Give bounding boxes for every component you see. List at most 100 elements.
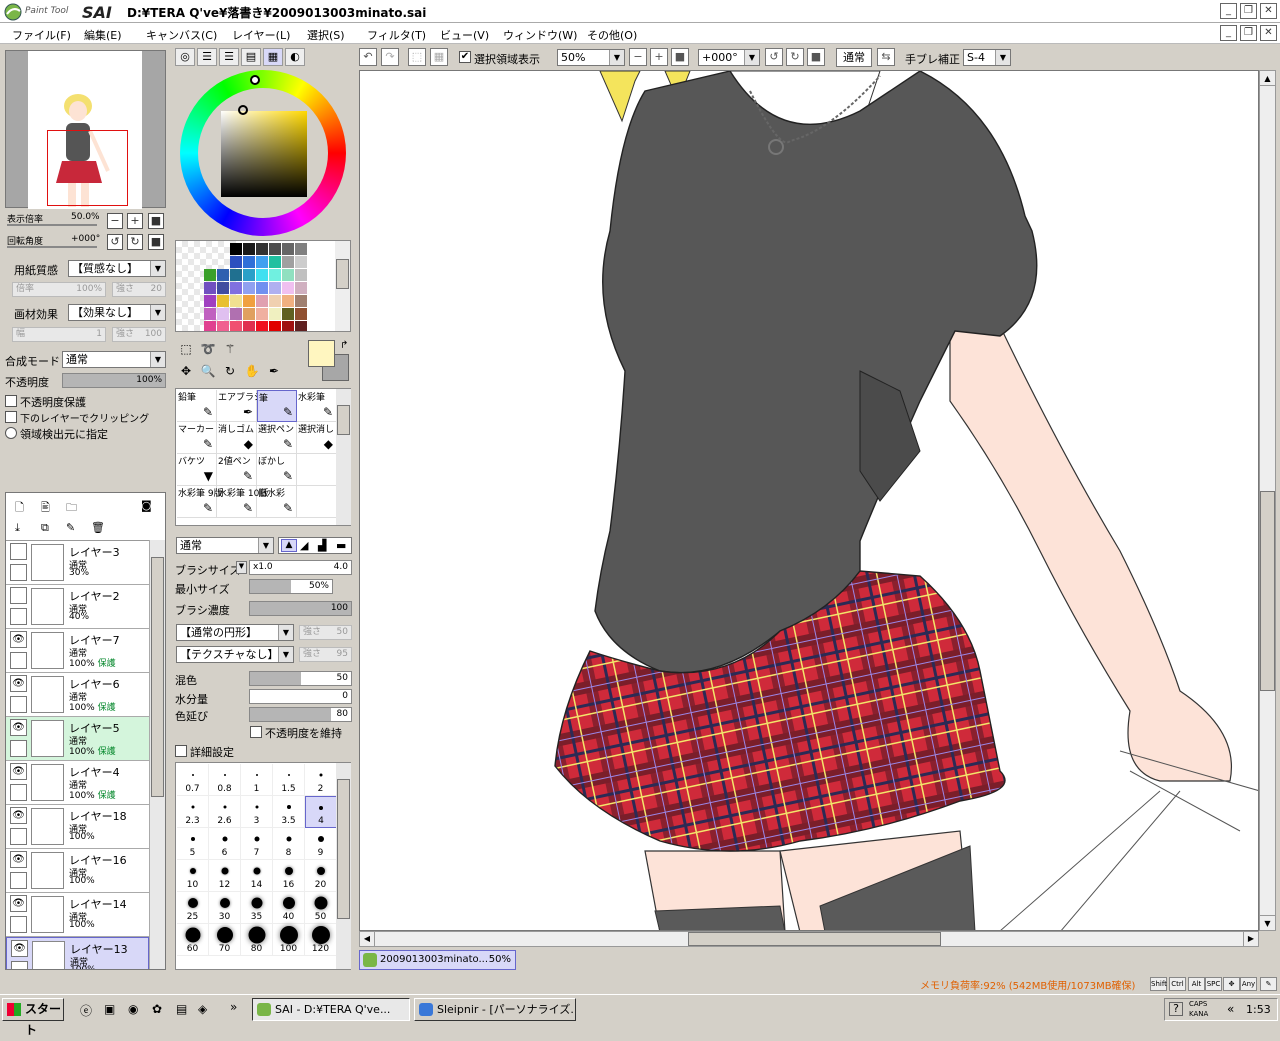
layer-row[interactable]: 👁 レイヤー16 通常 100% (6, 849, 149, 893)
color-swatch[interactable] (295, 321, 307, 331)
color-swatch[interactable] (282, 243, 294, 255)
toolbar-angle-select[interactable]: +000° ▼ (698, 49, 760, 66)
color-swatch[interactable] (204, 282, 216, 294)
color-swatch[interactable] (256, 243, 268, 255)
tool-button[interactable]: 水彩筆 ✎ (297, 390, 337, 422)
clear-layer-icon[interactable]: ✎ (66, 521, 75, 534)
color-wheel-tab-icon[interactable]: ◎ (175, 48, 195, 66)
paper-texture-select[interactable]: 【質感なし】 ▼ (68, 260, 166, 277)
magic-wand-icon[interactable]: ⚚ (221, 340, 239, 358)
layer-lock-toggle[interactable] (10, 784, 27, 801)
zoom-in-button[interactable]: + (127, 213, 143, 229)
brush-size-preset[interactable]: 3 (241, 796, 273, 828)
color-swatch[interactable] (217, 321, 229, 331)
rect-select-icon[interactable]: ⬚ (177, 340, 195, 358)
layer-lock-toggle[interactable] (10, 696, 27, 713)
menu-canvas[interactable]: キャンバス(C) (146, 27, 217, 43)
color-swatch[interactable] (269, 321, 281, 331)
angle-slider[interactable] (7, 246, 97, 248)
mask-icon[interactable]: ◙ (141, 499, 152, 512)
maximize-button[interactable]: ❐ (1240, 3, 1257, 19)
layer-row[interactable]: 👁 レイヤー18 通常 100% (6, 805, 149, 849)
minimize-button[interactable]: _ (1220, 3, 1237, 19)
toolbar-rotate-right-icon[interactable]: ↻ (786, 48, 804, 66)
brush-texture-select[interactable]: 【テクスチャなし】 ▼ (176, 646, 294, 663)
brush-size-preset[interactable]: 0.7 (177, 764, 209, 796)
color-swatch[interactable] (230, 269, 242, 281)
doc-minimize-button[interactable]: _ (1220, 25, 1237, 41)
tool-button[interactable]: バケツ ▼ (177, 454, 217, 486)
color-swatch[interactable] (204, 308, 216, 320)
toolbar-zoom-select[interactable]: 50% ▼ (557, 49, 625, 66)
brush-size-preset[interactable]: 80 (241, 924, 273, 956)
clip-lower-checkbox[interactable] (5, 411, 17, 423)
color-swatch[interactable] (243, 295, 255, 307)
brush-size-preset[interactable]: 0.8 (209, 764, 241, 796)
color-swatch[interactable] (282, 308, 294, 320)
tool-button[interactable]: エアブラシ ✒ (217, 390, 263, 422)
brush-size-preset[interactable]: 70 (209, 924, 241, 956)
edge-flat-icon[interactable]: ▬ (336, 539, 346, 552)
tray-expand-icon[interactable]: « (1227, 1002, 1234, 1016)
color-swatch[interactable] (269, 256, 281, 268)
tool-button[interactable]: 筆 ✎ (257, 390, 297, 422)
tool-scrollbar[interactable] (336, 389, 351, 525)
menu-file[interactable]: ファイル(F) (12, 27, 71, 43)
layer-visibility-eye-icon[interactable]: 👁 (10, 675, 27, 692)
color-swatch[interactable] (295, 256, 307, 268)
color-wheel[interactable] (180, 70, 346, 236)
color-swatch[interactable] (243, 308, 255, 320)
brush-size-preset[interactable]: 4 (305, 796, 337, 828)
color-swatch[interactable] (217, 308, 229, 320)
brush-shape-select[interactable]: 【通常の円形】 ▼ (176, 624, 294, 641)
selection-source-radio[interactable] (5, 427, 17, 439)
scratchpad-tab-icon[interactable]: ◐ (285, 48, 305, 66)
brush-size-preset[interactable]: 9 (305, 828, 337, 860)
toolbar-rotate-reset-icon[interactable]: ■ (807, 48, 825, 66)
brush-size-preset[interactable]: 1 (241, 764, 273, 796)
layer-lock-toggle[interactable] (11, 961, 28, 969)
color-stretch-slider[interactable]: 80 (249, 707, 352, 722)
color-swatches[interactable] (175, 240, 351, 332)
color-swatch[interactable] (230, 282, 242, 294)
brush-size-preset[interactable]: 2.6 (209, 796, 241, 828)
toolbar-zoom-reset-icon[interactable]: ■ (671, 48, 689, 66)
layer-scrollbar[interactable] (149, 540, 165, 969)
mixer-tab-icon[interactable]: ▤ (241, 48, 261, 66)
color-swatch[interactable] (256, 321, 268, 331)
color-swatch[interactable] (256, 269, 268, 281)
layer-lock-toggle[interactable] (10, 608, 27, 625)
color-swatch[interactable] (256, 256, 268, 268)
blend-mode-select[interactable]: 通常 ▼ (62, 351, 166, 368)
brush-size-preset[interactable]: 100 (273, 924, 305, 956)
brush-size-preset[interactable]: 120 (305, 924, 337, 956)
menu-select[interactable]: 選択(S) (307, 27, 345, 43)
sv-marker[interactable] (238, 105, 248, 115)
layer-lock-toggle[interactable] (10, 916, 27, 933)
new-layer-icon[interactable]: 🗋 (15, 499, 24, 518)
color-swatch[interactable] (243, 269, 255, 281)
swatch-scrollbar[interactable] (335, 241, 350, 331)
brush-density-slider[interactable]: 100 (249, 601, 352, 616)
brush-size-preset[interactable]: 40 (273, 892, 305, 924)
brush-edge-selector[interactable]: ▲ ◢ ▟ ▬ (278, 537, 352, 554)
min-size-slider[interactable]: 50% (249, 579, 333, 594)
menu-view[interactable]: ビュー(V) (440, 27, 489, 43)
toolbar-zoom-in-icon[interactable]: + (650, 48, 668, 66)
close-button[interactable]: ✕ (1260, 3, 1277, 19)
menu-edit[interactable]: 編集(E) (84, 27, 122, 43)
layer-row[interactable]: 👁 レイヤー13 通常 100% (6, 937, 149, 969)
layer-row[interactable]: 👁 レイヤー5 通常 100% 保護 (6, 717, 149, 761)
deselect-icon[interactable]: ⬚ (408, 48, 426, 66)
mix-slider[interactable]: 50 (249, 671, 352, 686)
preserve-opacity-checkbox[interactable] (5, 395, 17, 407)
layer-visibility-eye-icon[interactable] (10, 543, 27, 560)
new-layer-set-icon[interactable]: 🖹 (41, 499, 50, 518)
color-swatch[interactable] (295, 243, 307, 255)
app-quicklaunch-icon[interactable]: ✿ (152, 1002, 162, 1016)
drawing-canvas[interactable] (359, 70, 1259, 931)
more-quicklaunch-icon[interactable]: » (230, 1000, 237, 1014)
color-swatch[interactable] (269, 308, 281, 320)
document-tab[interactable]: 2009013003minato... 50% (359, 950, 516, 970)
layer-visibility-eye-icon[interactable]: 👁 (10, 807, 27, 824)
